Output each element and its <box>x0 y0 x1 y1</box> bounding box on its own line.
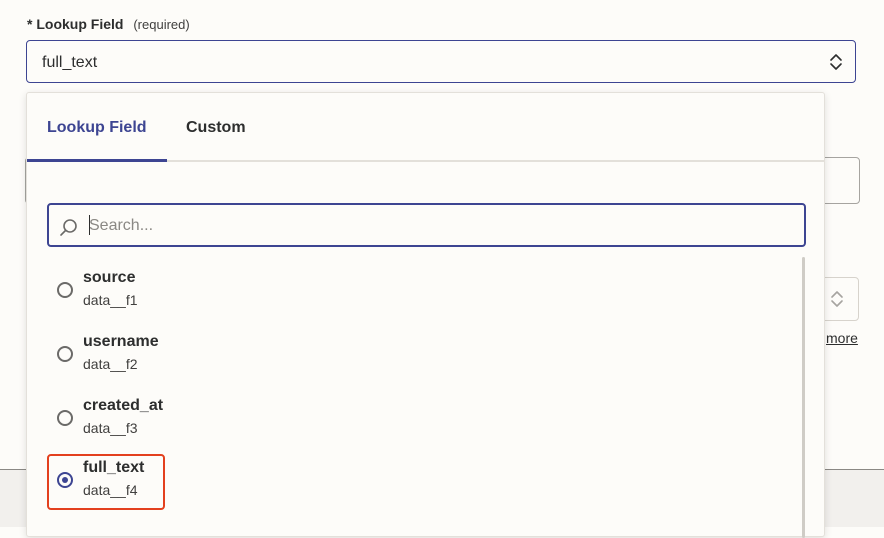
option-name: full_text <box>83 459 145 476</box>
option-name: source <box>83 269 136 286</box>
required-note: (required) <box>133 17 190 32</box>
search-input[interactable] <box>87 213 791 239</box>
scrollbar[interactable] <box>802 257 805 538</box>
field-label-text: Lookup Field <box>36 16 124 32</box>
option-username[interactable]: username data__f2 <box>47 328 165 384</box>
tab-custom[interactable]: Custom <box>186 119 246 137</box>
required-asterisk: * <box>27 16 33 32</box>
radio-button[interactable] <box>57 282 73 298</box>
active-tab-indicator <box>27 159 167 162</box>
option-key: data__f1 <box>83 292 138 308</box>
option-full-text[interactable]: full_text data__f4 <box>47 454 165 510</box>
up-down-chevron-icon <box>829 53 843 76</box>
up-down-chevron-icon <box>830 290 844 313</box>
radio-button-selected[interactable] <box>57 472 73 488</box>
tab-lookup-field[interactable]: Lookup Field <box>47 119 147 137</box>
lookup-field-select[interactable]: full_text <box>26 40 856 83</box>
radio-dot <box>62 477 68 483</box>
search-box[interactable] <box>47 203 806 247</box>
option-name: created_at <box>83 397 164 414</box>
radio-button[interactable] <box>57 410 73 426</box>
lookup-field-label: * Lookup Field (required) <box>27 16 190 32</box>
option-key: data__f2 <box>83 356 138 372</box>
option-key: data__f3 <box>83 420 138 436</box>
option-key: data__f4 <box>83 482 138 498</box>
lookup-dropdown-panel: Lookup Field Custom source data__f1 user… <box>26 92 825 538</box>
more-link[interactable]: more <box>826 330 858 346</box>
option-created-at[interactable]: created_at data__f3 <box>47 392 165 448</box>
radio-button[interactable] <box>57 346 73 362</box>
option-source[interactable]: source data__f1 <box>47 264 165 320</box>
search-icon <box>58 216 80 243</box>
option-name: username <box>83 333 159 350</box>
selected-value: full_text <box>42 54 98 71</box>
text-cursor <box>89 215 90 235</box>
